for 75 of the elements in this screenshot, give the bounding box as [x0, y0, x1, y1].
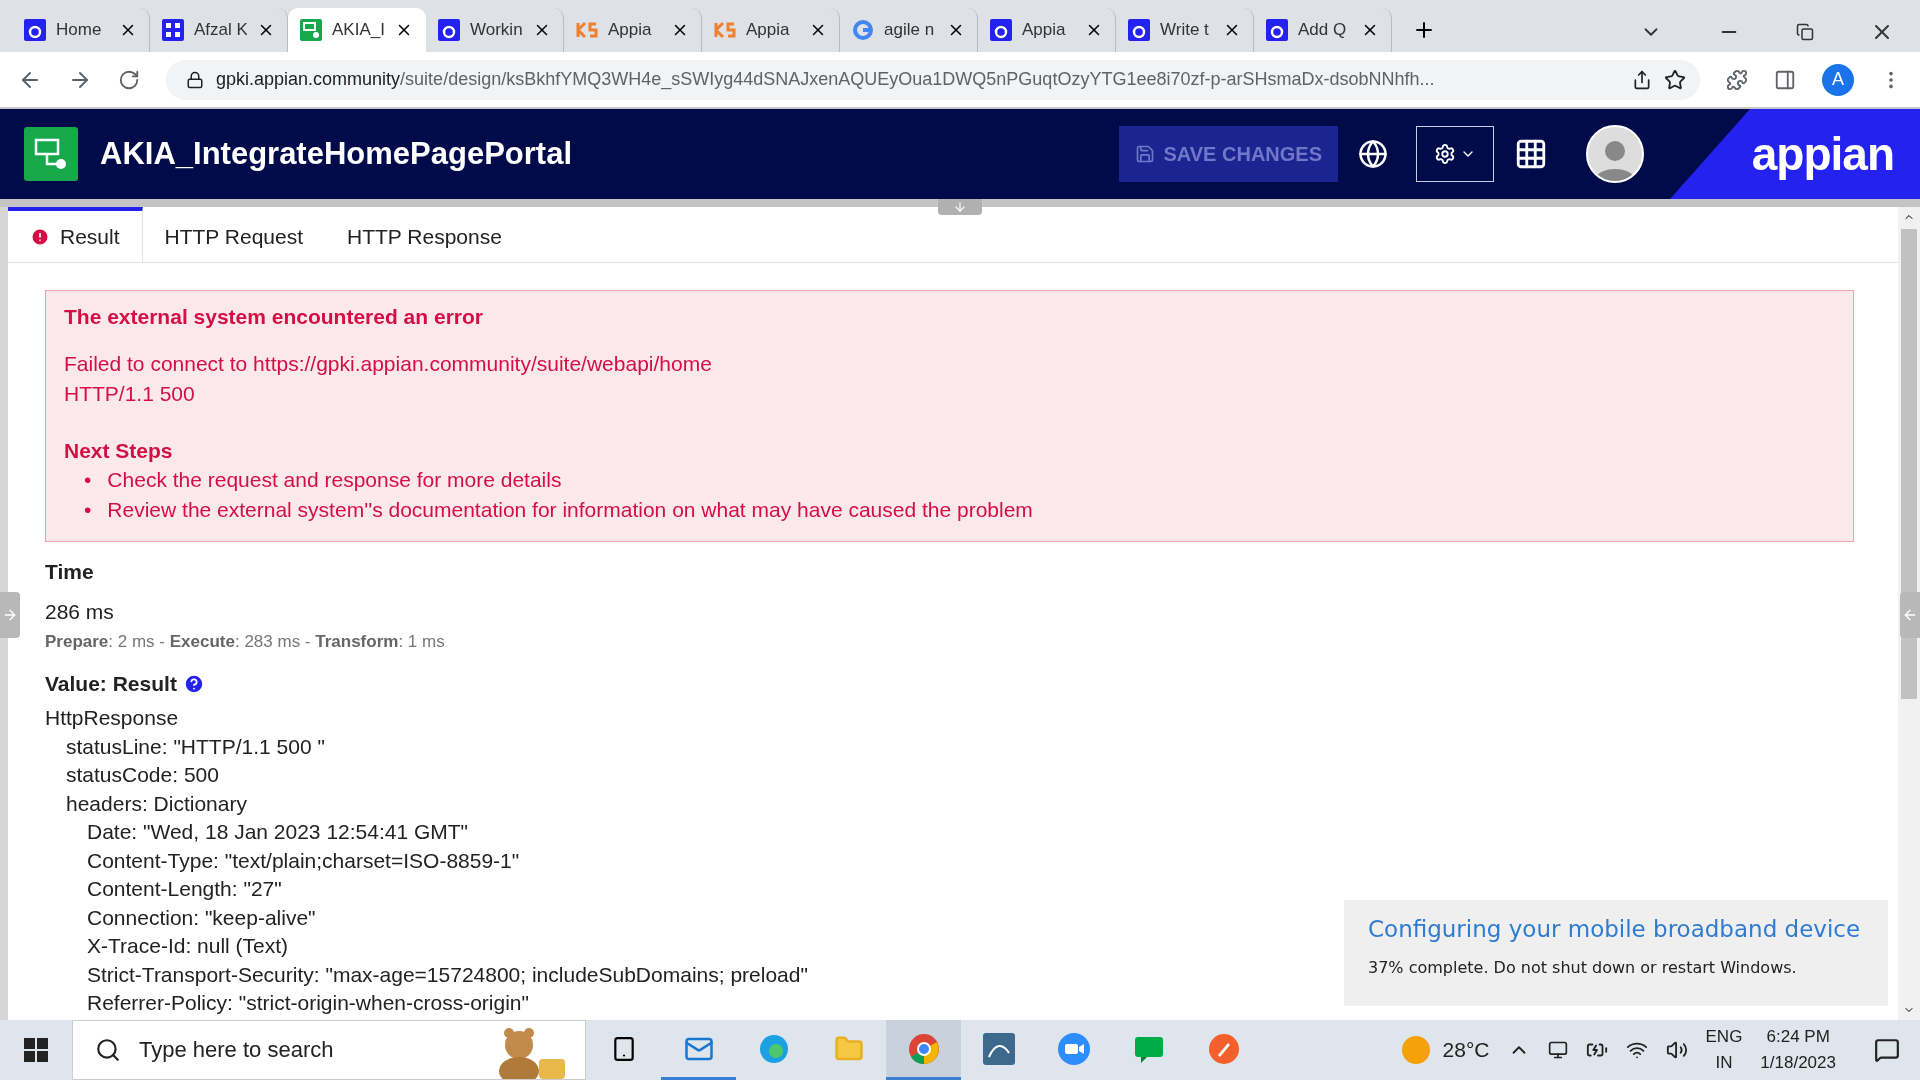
bullet: •: [84, 467, 92, 493]
bullet: •: [84, 497, 92, 523]
favicon-icon: [852, 19, 874, 41]
tree-item: Referrer-Policy: "strict-origin-when-cross-origin": [87, 990, 529, 1016]
browser-tab[interactable]: AKIA_I: [288, 8, 426, 52]
scrollbar[interactable]: [1898, 207, 1920, 1020]
collapse-handle[interactable]: [938, 199, 982, 215]
device-icon[interactable]: [1547, 1040, 1568, 1060]
result-tab[interactable]: Result: [8, 207, 143, 262]
sun-icon: [1400, 1035, 1431, 1065]
taskbar-search-field[interactable]: Type here to search: [72, 1020, 586, 1080]
favicon-icon: [714, 19, 736, 41]
weather-widget[interactable]: 28°C: [1400, 1035, 1490, 1065]
error-title: The external system encountered an error: [64, 305, 484, 329]
favicon-icon: [162, 19, 184, 41]
notification-toast[interactable]: Configuring your mobile broadband device 37% complete. Do not shut down or restart Windows.: [1344, 900, 1888, 1006]
next-steps-title: Next Steps: [64, 438, 174, 464]
side-panel-icon[interactable]: [1774, 68, 1796, 91]
clock-date[interactable]: 1/18/2023: [1760, 1050, 1836, 1076]
address-bar[interactable]: gpki.appian.community/suite/design/ksBkhfYMQ3WH4e_sSWIyg44dSNAJxenAQUEyOua1DWQ5nPGuqtOzyYTG1ee8i70zf-p-arSHsmaDx-dsobNNhfh...: [166, 59, 1700, 100]
total-time: 286 ms: [45, 600, 115, 624]
error-line: Failed to connect to https://gpki.appian.community/suite/webapi/home: [64, 351, 713, 377]
volume-icon[interactable]: [1665, 1039, 1688, 1061]
region-indicator[interactable]: IN: [1715, 1050, 1733, 1076]
notifications-icon[interactable]: [1874, 1037, 1900, 1063]
favicon-icon: [1128, 19, 1150, 41]
bookmark-icon[interactable]: [1664, 68, 1686, 91]
language-indicator[interactable]: ENG: [1705, 1024, 1743, 1050]
settings-button[interactable]: [1416, 126, 1494, 182]
favicon-icon: [24, 19, 46, 41]
app-icon: [24, 127, 78, 181]
share-icon[interactable]: [1632, 69, 1652, 90]
settings-icon: [1434, 143, 1456, 165]
lock-icon: [186, 70, 204, 89]
expand-right-handle[interactable]: [1900, 592, 1920, 638]
result-tab[interactable]: HTTP Request: [142, 207, 326, 262]
tree-item: statusLine: "HTTP/1.1 500 ": [66, 733, 325, 760]
error-icon: [30, 226, 50, 247]
favicon-icon: [990, 19, 1012, 41]
url-text: gpki.appian.community/suite/design/ksBkhfYMQ3WH4e_sSWIyg44dSNAJxenAQUEyOua1DWQ5nPGuqtOzyYTG1ee8i70zf-p-arSHsmaDx-dsobNNhfh...: [216, 69, 1436, 90]
value-heading: Value: Result: [45, 672, 177, 696]
tree-item: Connection: "keep-alive": [87, 904, 316, 931]
expand-left-handle[interactable]: [0, 592, 20, 638]
tree-item: headers: Dictionary: [66, 790, 247, 817]
next-step-item: Check the request and response for more details: [107, 467, 562, 493]
tree-item: statusCode: 500: [66, 762, 219, 788]
next-step-item: Review the external system''s documentation for information on what may have caused the problem: [107, 497, 1033, 523]
tree-item: Strict-Transport-Security: "max-age=15724800; includeSubDomains; preload": [87, 961, 808, 988]
extensions-icon[interactable]: [1726, 68, 1748, 91]
favicon-icon: [576, 19, 598, 41]
app-title: AKIA_IntegrateHomePagePortal: [100, 136, 572, 172]
favicon-icon: [438, 19, 460, 41]
time-breakdown: Prepare: 2 ms - Execute: 283 ms - Transform: 1 ms: [45, 632, 446, 652]
favicon-icon: [300, 19, 322, 41]
time-heading: Time: [45, 560, 95, 584]
chrome-icon[interactable]: [886, 1020, 961, 1080]
notification-title: Configuring your mobile broadband device: [1368, 916, 1862, 942]
error-line: HTTP/1.1 500: [64, 381, 196, 407]
favicon-icon: [1266, 19, 1288, 41]
tree-item: Date: "Wed, 18 Jan 2023 12:54:41 GMT": [87, 819, 469, 845]
restore-icon[interactable]: [1796, 23, 1814, 41]
help-icon[interactable]: [182, 673, 205, 695]
reload-icon[interactable]: [118, 68, 140, 91]
profile-avatar[interactable]: A: [1822, 63, 1854, 96]
tree-item: X-Trace-Id: null (Text): [87, 933, 289, 959]
result-tab[interactable]: HTTP Response: [325, 207, 524, 262]
notification-message: 37% complete. Do not shut down or restart Windows.: [1368, 958, 1798, 977]
tree-item: Content-Length: "27": [87, 876, 282, 902]
windows-icon: [24, 1038, 48, 1062]
clock-time[interactable]: 6:24 PM: [1766, 1024, 1830, 1050]
user-avatar[interactable]: [1586, 125, 1644, 183]
tree-item: Content-Type: "text/plain;charset=ISO-8859-1": [87, 847, 520, 874]
tree-item: HttpResponse: [45, 705, 179, 731]
save-icon: [1135, 144, 1156, 164]
appian-logo: appian: [1751, 127, 1894, 181]
